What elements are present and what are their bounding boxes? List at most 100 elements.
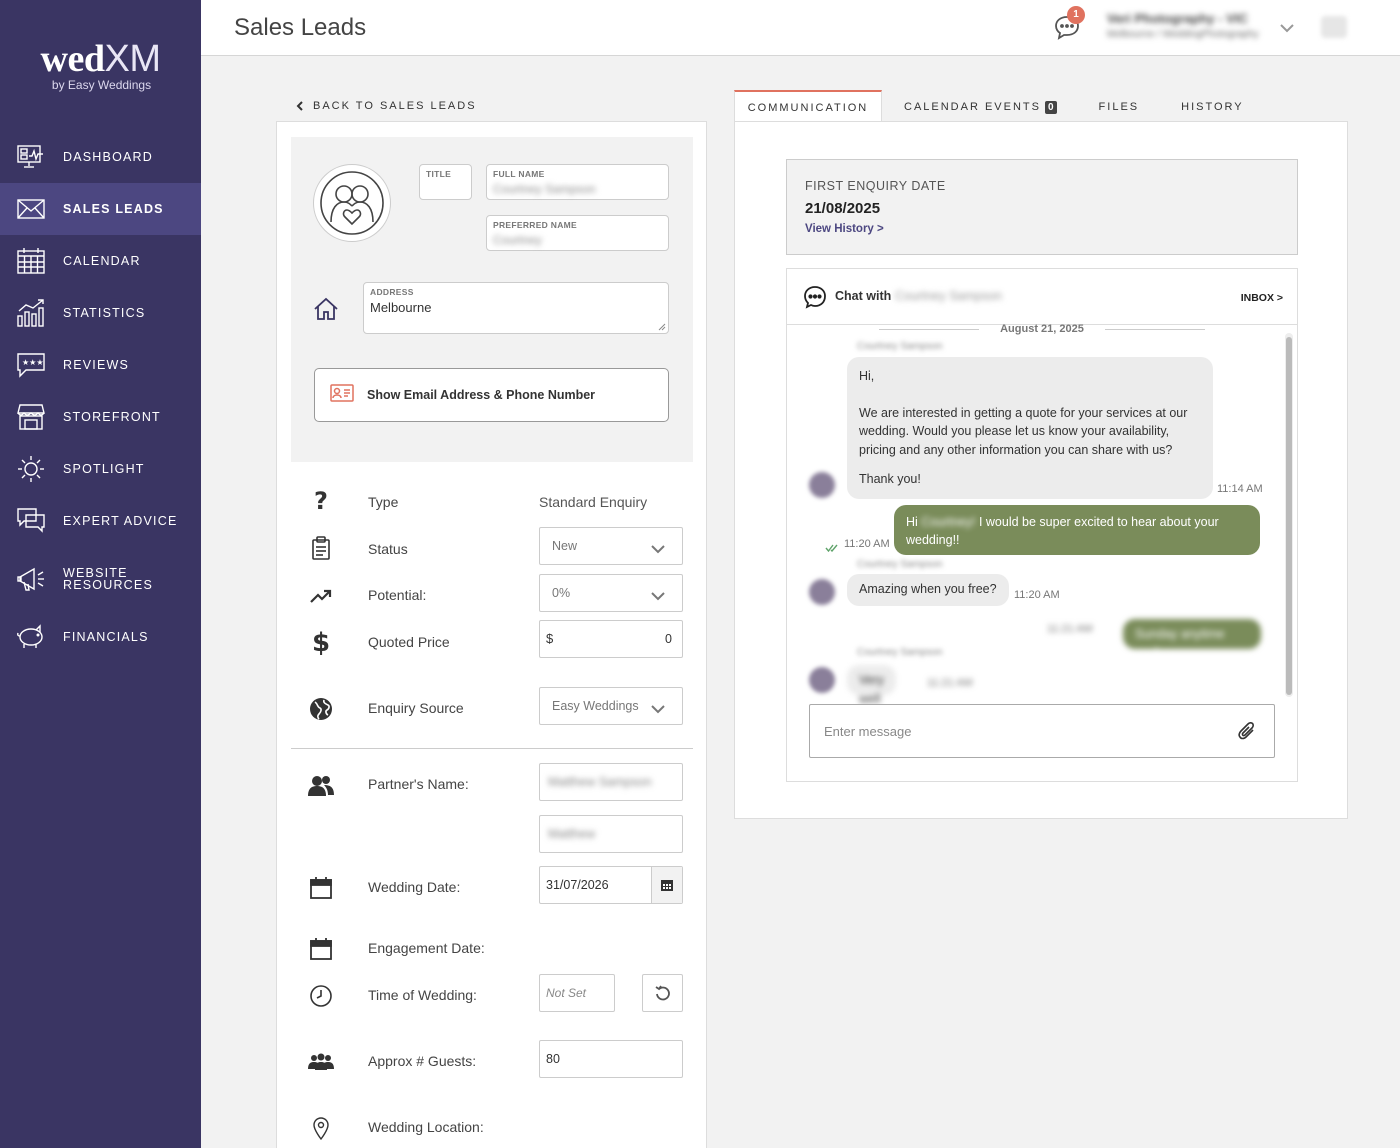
show-contact-button[interactable]: Show Email Address & Phone Number [314, 368, 669, 422]
sidebar-item-sales-leads[interactable]: SALES LEADS [0, 183, 201, 235]
tab-communication[interactable]: COMMUNICATION [734, 90, 882, 122]
message-line: Hi, [859, 369, 875, 383]
page-title: Sales Leads [234, 14, 367, 41]
sidebar-item-website-resources[interactable]: WEBSITE RESOURCES [0, 553, 201, 605]
tab-bar: COMMUNICATION CALENDAR EVENTS 0 FILES HIS… [734, 90, 1244, 122]
preferred-name-label: PREFERRED NAME [493, 220, 578, 230]
chevron-down-icon[interactable] [1279, 20, 1295, 38]
potential-select[interactable]: 0% [539, 574, 683, 612]
message-time: 11:14 AM [1217, 483, 1263, 495]
svg-text:★★★: ★★★ [22, 358, 44, 367]
chat-window: Chat with Courtney Sampson INBOX > Augus… [786, 268, 1298, 782]
tab-count-badge: 0 [1044, 101, 1057, 114]
piggy-bank-icon [16, 622, 46, 652]
title-field[interactable]: TITLE [419, 164, 472, 200]
sidebar-item-statistics[interactable]: STATISTICS [0, 287, 201, 339]
notification-badge: 1 [1067, 6, 1085, 24]
guests-input[interactable]: 80 [539, 1040, 683, 1078]
chat-scrollbar[interactable] [1285, 333, 1293, 697]
resize-handle-icon[interactable] [658, 323, 666, 331]
quoted-price-value: 0 [665, 632, 672, 646]
address-field[interactable]: ADDRESS Melbourne [363, 282, 669, 334]
preferred-name-field[interactable]: PREFERRED NAME Courtney [486, 215, 669, 251]
potential-label: Potential: [368, 587, 427, 603]
sidebar-item-label: EXPERT ADVICE [63, 514, 178, 528]
back-to-sales-leads-link[interactable]: BACK TO SALES LEADS [296, 100, 477, 112]
date-separator-text: August 21, 2025 [1000, 323, 1084, 335]
sidebar-item-calendar[interactable]: CALENDAR [0, 235, 201, 287]
tab-files[interactable]: FILES [1099, 90, 1140, 122]
quoted-price-input[interactable]: $ 0 [539, 620, 683, 658]
calendar-picker-button[interactable] [651, 867, 682, 903]
full-name-label: FULL NAME [493, 169, 545, 179]
message-bubble-incoming: Very well [847, 665, 897, 706]
chat-header: Chat with Courtney Sampson INBOX > [787, 269, 1297, 325]
sidebar: wedXM by Easy Weddings DASHBOARD SALES L… [0, 0, 201, 1148]
time-of-wedding-label: Time of Wedding: [368, 987, 477, 1003]
date-separator: August 21, 2025 [787, 323, 1297, 335]
couple-icon [320, 171, 384, 235]
partner-full-name-input[interactable]: Matthew Sampson [539, 763, 683, 801]
show-contact-button-label: Show Email Address & Phone Number [367, 388, 596, 402]
chat-with-name: Courtney Sampson [895, 289, 1003, 303]
account-avatar[interactable] [1321, 16, 1347, 38]
paperclip-icon[interactable] [1238, 721, 1256, 746]
message-text: Hi [906, 515, 922, 529]
couple-avatar[interactable] [313, 164, 391, 242]
sidebar-item-financials[interactable]: FINANCIALS [0, 611, 201, 663]
home-icon [313, 297, 339, 326]
guests-value: 80 [546, 1052, 560, 1066]
message-text: Amazing when you free? [859, 582, 997, 596]
tab-history[interactable]: HISTORY [1181, 90, 1244, 122]
speech-bubbles-icon [16, 506, 46, 536]
message-input[interactable] [810, 705, 1230, 757]
sidebar-item-label: WEBSITE RESOURCES [63, 567, 153, 592]
sidebar-item-label: STATISTICS [63, 306, 146, 320]
chevron-down-icon [650, 701, 666, 719]
sidebar-item-dashboard[interactable]: DASHBOARD [0, 131, 201, 183]
preferred-name-value: Courtney [493, 233, 542, 247]
tab-label: CALENDAR EVENTS [904, 101, 1041, 113]
clipboard-icon [307, 534, 335, 562]
message-sender: Courtney Sampson [857, 559, 943, 570]
sidebar-item-expert-advice[interactable]: EXPERT ADVICE [0, 495, 201, 547]
time-of-wedding-placeholder: Not Set [546, 986, 587, 1000]
message-time: 11:20 AM [1014, 589, 1060, 601]
guests-label: Approx # Guests: [368, 1053, 477, 1069]
status-select-value: New [552, 539, 578, 553]
chat-scrollbar-thumb[interactable] [1286, 337, 1292, 695]
wedding-date-input[interactable]: 31/07/2026 [539, 866, 683, 904]
view-history-link[interactable]: View History > [805, 223, 884, 235]
wedding-date-value: 31/07/2026 [546, 878, 609, 892]
chevron-down-icon [650, 541, 666, 559]
section-divider [291, 748, 693, 749]
currency-symbol: $ [546, 631, 554, 646]
tab-calendar-events[interactable]: CALENDAR EVENTS 0 [904, 90, 1057, 122]
time-of-wedding-input[interactable]: Not Set [539, 974, 615, 1012]
address-label: ADDRESS [370, 287, 414, 297]
enquiry-source-value: Easy Weddings [552, 699, 639, 713]
sidebar-item-label: REVIEWS [63, 358, 130, 372]
message-time: 11:21 AM [1047, 623, 1093, 635]
question-mark-icon: ? [307, 487, 335, 515]
sidebar-item-spotlight[interactable]: SPOTLIGHT [0, 443, 201, 495]
quoted-price-label: Quoted Price [368, 634, 450, 650]
enquiry-source-select[interactable]: Easy Weddings [539, 687, 683, 725]
partner-preferred-name-input[interactable]: Matthew [539, 815, 683, 853]
chevron-down-icon [650, 588, 666, 606]
title-field-label: TITLE [426, 169, 452, 179]
sidebar-item-reviews[interactable]: ★★★ REVIEWS [0, 339, 201, 391]
tab-label: HISTORY [1181, 101, 1244, 113]
account-name[interactable]: Veri Photography - VIC [1107, 11, 1248, 26]
wedding-date-label: Wedding Date: [368, 879, 461, 895]
inbox-link[interactable]: INBOX > [1241, 292, 1283, 304]
reviews-icon: ★★★ [16, 350, 46, 380]
type-value: Standard Enquiry [539, 494, 648, 510]
reset-time-button[interactable] [642, 974, 683, 1012]
status-select[interactable]: New [539, 527, 683, 565]
calendar-icon [661, 880, 673, 891]
full-name-field[interactable]: FULL NAME Courtney Sampson [486, 164, 669, 200]
app-logo[interactable]: wedXM by Easy Weddings [0, 38, 201, 92]
chevron-left-icon [296, 101, 303, 111]
sidebar-item-storefront[interactable]: STOREFRONT [0, 391, 201, 443]
